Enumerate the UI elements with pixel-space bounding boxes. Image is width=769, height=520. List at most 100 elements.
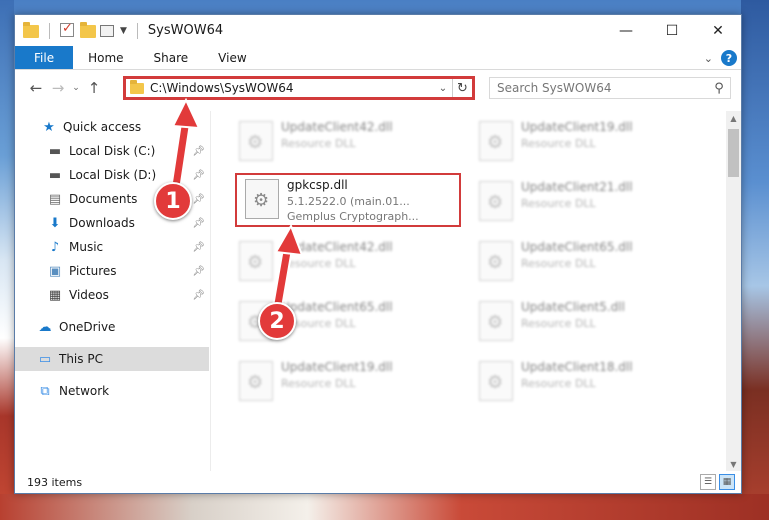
- close-button[interactable]: ✕: [695, 15, 741, 46]
- file-type: Resource DLL: [281, 137, 356, 150]
- sidebar-item-label: Pictures: [69, 264, 117, 278]
- search-box[interactable]: ⚲: [489, 77, 731, 99]
- file-name: UpdateClient5.dll: [521, 300, 625, 314]
- dll-file-icon: [479, 301, 513, 341]
- address-bar[interactable]: C:\Windows\SysWOW64 ⌄ ↻: [123, 76, 475, 100]
- file-list: UpdateClient42.dll Resource DLL gpkcsp.d…: [215, 107, 725, 471]
- sidebar-item-label: Documents: [69, 192, 138, 206]
- file-item[interactable]: UpdateClient18.dll Resource DLL: [471, 357, 701, 407]
- ribbon-tabs: File Home Share View ⌄ ?: [15, 46, 741, 70]
- network-icon: ⧉: [40, 383, 50, 399]
- callout-badge-1: 1: [154, 182, 192, 220]
- file-item-gpkcsp[interactable]: gpkcsp.dll 5.1.2522.0 (main.01... Gemplu…: [235, 173, 461, 227]
- file-item[interactable]: UpdateClient65.dll Resource DLL: [471, 237, 701, 287]
- file-item[interactable]: UpdateClient21.dll Resource DLL: [471, 177, 701, 227]
- navigation-bar: ← → ⌄ ↑ C:\Windows\SysWOW64 ⌄ ↻ ⚲: [15, 71, 741, 105]
- search-input[interactable]: [490, 81, 708, 95]
- properties-check-icon[interactable]: [60, 21, 76, 39]
- refresh-icon[interactable]: ↻: [452, 79, 472, 97]
- pin-icon: 📌︎: [192, 145, 205, 157]
- sidebar-item-label: OneDrive: [59, 320, 116, 334]
- back-arrow-icon[interactable]: ←: [25, 77, 47, 99]
- address-path[interactable]: C:\Windows\SysWOW64: [150, 81, 434, 95]
- file-name: UpdateClient42.dll: [281, 120, 393, 134]
- file-item[interactable]: UpdateClient19.dll Resource DLL: [471, 117, 701, 167]
- window-controls: — ☐ ✕: [603, 15, 741, 46]
- file-version: 5.1.2522.0 (main.01...: [287, 195, 410, 208]
- dll-file-icon: [239, 121, 273, 161]
- navigation-pane: ★ Quick access ▬ Local Disk (C:) 📌︎ ▬ Lo…: [15, 111, 211, 471]
- sidebar-item-network[interactable]: ⧉ Network: [15, 379, 209, 403]
- tab-home[interactable]: Home: [73, 46, 138, 69]
- sidebar-item-label: Local Disk (D:): [69, 168, 157, 182]
- file-name: UpdateClient65.dll: [281, 300, 393, 314]
- scrollbar-thumb[interactable]: [728, 129, 739, 177]
- tab-share[interactable]: Share: [139, 46, 204, 69]
- item-count: 193 items: [27, 475, 83, 489]
- scroll-up-arrow-icon[interactable]: ▲: [726, 111, 741, 125]
- view-switcher: ☰ ▦: [700, 474, 735, 490]
- pin-icon: 📌︎: [192, 193, 205, 205]
- sidebar-item-local-disk-c[interactable]: ▬ Local Disk (C:) 📌︎: [15, 139, 209, 163]
- sidebar-item-music[interactable]: ♪ Music 📌︎: [15, 235, 209, 259]
- forward-arrow-icon[interactable]: →: [47, 77, 69, 99]
- sidebar-item-label: Network: [59, 384, 110, 398]
- file-type: Resource DLL: [521, 257, 596, 270]
- folder-icon: [130, 79, 144, 94]
- pin-icon: 📌︎: [192, 289, 205, 301]
- pin-icon: 📌︎: [192, 241, 205, 253]
- sidebar-item-onedrive[interactable]: ☁ OneDrive: [15, 315, 209, 339]
- folder-icon: [23, 21, 39, 39]
- window-title: SysWOW64: [147, 23, 224, 38]
- scroll-down-arrow-icon[interactable]: ▼: [726, 457, 741, 471]
- file-item[interactable]: UpdateClient42.dll Resource DLL: [231, 117, 461, 167]
- ribbon-right-controls: ⌄ ?: [704, 48, 737, 68]
- file-item[interactable]: UpdateClient42.dll Resource DLL: [231, 237, 461, 287]
- dll-file-icon: [479, 361, 513, 401]
- file-name: UpdateClient21.dll: [521, 180, 633, 194]
- desktop-background-right: [741, 0, 769, 520]
- properties-icon[interactable]: [100, 23, 116, 39]
- tab-view[interactable]: View: [203, 46, 261, 69]
- tab-file[interactable]: File: [15, 46, 74, 69]
- address-dropdown-chevron-icon[interactable]: ⌄: [434, 83, 452, 94]
- sidebar-item-label: Quick access: [63, 120, 142, 134]
- sidebar-item-this-pc[interactable]: ▭ This PC: [15, 347, 209, 371]
- star-icon: ★: [43, 119, 55, 135]
- maximize-button[interactable]: ☐: [649, 15, 695, 46]
- drive-icon: ▬: [48, 167, 62, 183]
- callout-badge-2: 2: [258, 302, 296, 340]
- sidebar-item-quick-access[interactable]: ★ Quick access: [15, 115, 209, 139]
- customize-toolbar-chevron-icon[interactable]: ▼: [120, 26, 127, 36]
- up-arrow-icon[interactable]: ↑: [83, 77, 105, 99]
- sidebar-item-label: Music: [69, 240, 104, 254]
- help-icon[interactable]: ?: [721, 50, 737, 66]
- file-name: UpdateClient18.dll: [521, 360, 633, 374]
- pictures-icon: ▣: [48, 263, 62, 279]
- sidebar-item-pictures[interactable]: ▣ Pictures 📌︎: [15, 259, 209, 283]
- sidebar-item-videos[interactable]: ▦ Videos 📌︎: [15, 283, 209, 307]
- vertical-scrollbar[interactable]: ▲ ▼: [726, 111, 741, 471]
- file-type: Resource DLL: [281, 377, 356, 390]
- pin-icon: 📌︎: [192, 169, 205, 181]
- new-folder-icon[interactable]: [80, 21, 96, 39]
- file-explorer-window: ▼ SysWOW64 — ☐ ✕ File Home Share View ⌄ …: [14, 14, 742, 494]
- desktop-background-bottom: [0, 494, 769, 520]
- sidebar-item-label: Videos: [69, 288, 109, 302]
- onedrive-icon: ☁: [38, 319, 52, 335]
- videos-icon: ▦: [48, 287, 62, 303]
- file-item[interactable]: UpdateClient5.dll Resource DLL: [471, 297, 701, 347]
- file-name: UpdateClient42.dll: [281, 240, 393, 254]
- file-item[interactable]: UpdateClient19.dll Resource DLL: [231, 357, 461, 407]
- file-name: UpdateClient65.dll: [521, 240, 633, 254]
- pane-divider[interactable]: [210, 111, 211, 471]
- dll-file-icon: [479, 181, 513, 221]
- file-description: Gemplus Cryptograph...: [287, 210, 419, 223]
- recent-locations-chevron-icon[interactable]: ⌄: [69, 77, 83, 99]
- details-view-icon[interactable]: ☰: [700, 474, 716, 490]
- large-icons-view-icon[interactable]: ▦: [719, 474, 735, 490]
- expand-ribbon-chevron-icon[interactable]: ⌄: [704, 52, 713, 65]
- status-bar: 193 items ☰ ▦: [15, 471, 741, 493]
- search-icon[interactable]: ⚲: [708, 81, 730, 96]
- minimize-button[interactable]: —: [603, 15, 649, 46]
